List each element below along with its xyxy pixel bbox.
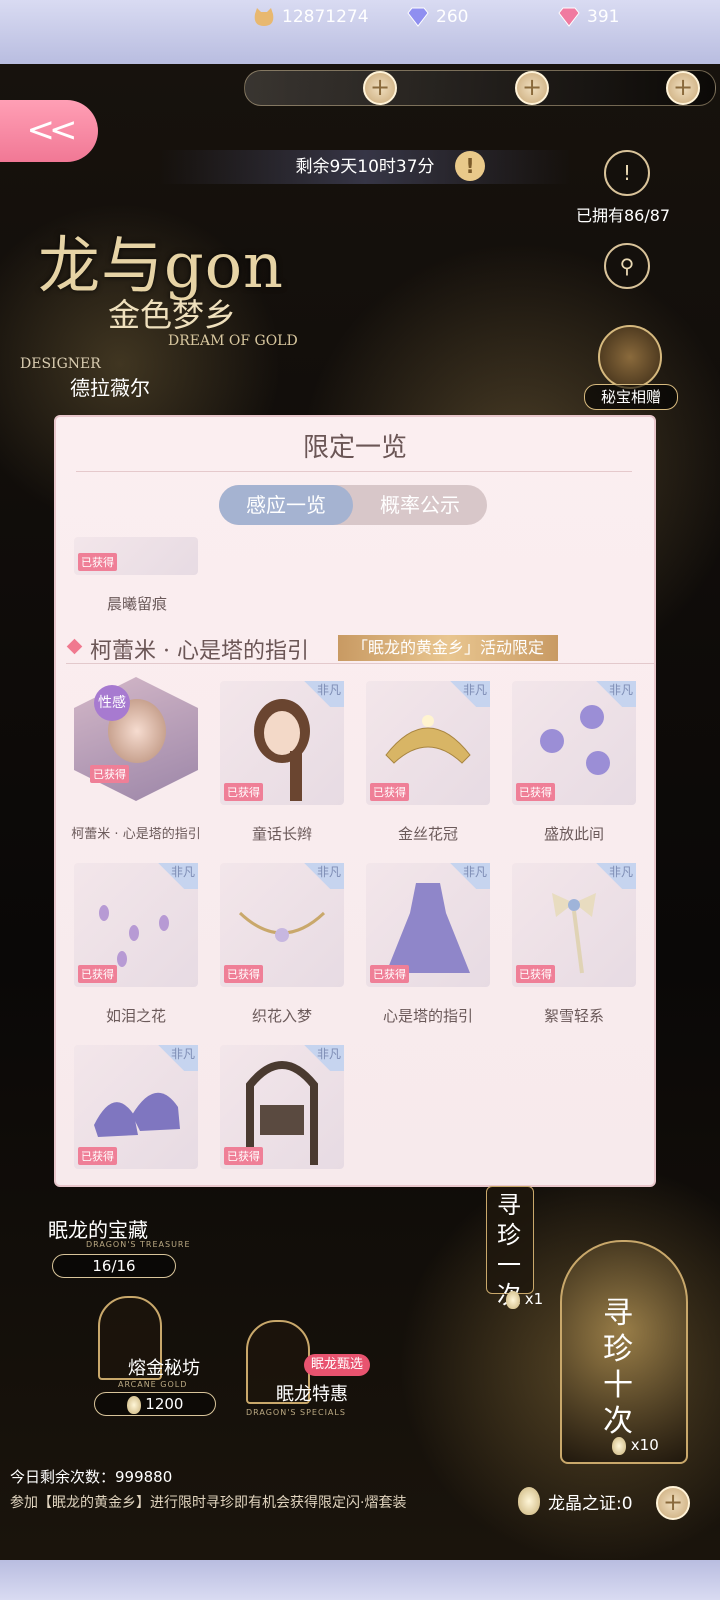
blue-diamond-value: 260	[436, 7, 469, 27]
add-dragon-crystal-button[interactable]: +	[656, 1486, 690, 1520]
notice-icon[interactable]: !	[604, 150, 650, 196]
item-card-crown[interactable]: 非凡 已获得	[366, 681, 490, 805]
egg-icon	[126, 1395, 141, 1414]
item-card-necklace[interactable]: 非凡 已获得	[220, 863, 344, 987]
pink-diamond-icon	[557, 6, 581, 28]
item-label-flowers: 盛放此间	[543, 825, 604, 843]
event-note: 参加【眠龙的黄金乡】进行限时寻珍即有机会获得限定闪·熠套装	[10, 1495, 407, 1511]
event-logo: 龙与gon 金色梦乡 DREAM OF GOLD	[38, 229, 298, 349]
remaining-attempts: 今日剩余次数：999880	[10, 1468, 173, 1486]
special-shop-subtitle: DRAGON'S SPECIALS	[246, 1408, 346, 1417]
special-shop-label[interactable]: 眠龙特惠	[276, 1380, 348, 1406]
add-pink-diamonds-button[interactable]: +	[666, 71, 700, 105]
event-timer: 剩余9天10时37分	[160, 150, 570, 184]
gold-shop-label[interactable]: 熔金秘坊	[128, 1354, 200, 1380]
coin-value: 12871274	[282, 7, 369, 27]
style-badge: 性感	[94, 685, 130, 721]
cat-coin-icon	[252, 6, 276, 28]
gold-shop-subtitle: ARCANE GOLD	[118, 1380, 188, 1389]
suit-label: 柯蕾米 · 心是塔的指引	[71, 827, 201, 842]
coin-counter: 12871274	[252, 0, 369, 34]
item-card-petals[interactable]: 非凡 已获得	[74, 863, 198, 987]
item-card-arch[interactable]: 非凡 已获得	[220, 1045, 344, 1169]
item-label-crown: 金丝花冠	[397, 825, 458, 843]
limited-items-modal: 限定一览 感应一览 概率公示 已获得 晨曦留痕 柯蕾米 · 心是塔的指引 「眠龙…	[54, 415, 656, 1187]
blue-diamond-icon	[406, 6, 430, 28]
suit-card[interactable]: 性感 已获得	[74, 677, 198, 801]
add-blue-diamonds-button[interactable]: +	[515, 71, 549, 105]
diamond-icon	[66, 638, 83, 655]
dragon-egg-icon	[518, 1487, 540, 1515]
back-button[interactable]: <<	[0, 100, 98, 162]
item-label-petals: 如泪之花	[105, 1007, 166, 1025]
item-label-dress: 心是塔的指引	[382, 1007, 473, 1025]
designer-name: 德拉薇尔	[70, 376, 150, 400]
item-label-necklace: 织花入梦	[251, 1007, 312, 1025]
item-card-dress[interactable]: 非凡 已获得	[366, 863, 490, 987]
modal-tabs: 感应一览 概率公示	[219, 485, 487, 525]
search-icon[interactable]: ⚲	[604, 243, 650, 289]
event-limited-badge: 「眠龙的黄金乡」活动限定	[338, 635, 559, 661]
gift-label[interactable]: 秘宝相赠	[584, 384, 678, 410]
navigation-bar	[0, 1560, 720, 1600]
tab-induction-list[interactable]: 感应一览	[219, 485, 353, 525]
currency-bar	[244, 70, 716, 106]
gold-shop-price: 1200	[94, 1392, 216, 1416]
designer-label: DESIGNER	[20, 356, 101, 372]
item-card-ribbon[interactable]: 非凡 已获得	[512, 863, 636, 987]
item-card-prev[interactable]: 已获得	[74, 537, 198, 575]
treasure-subtitle: DRAGON'S TREASURE	[86, 1240, 191, 1249]
egg-icon	[506, 1290, 520, 1309]
treasure-title[interactable]: 眠龙的宝藏	[48, 1214, 148, 1243]
pink-diamond-value: 391	[587, 7, 620, 27]
title-divider	[76, 471, 632, 472]
item-label-prev: 晨曦留痕	[106, 595, 167, 613]
owned-count: 已拥有86/87	[576, 206, 671, 225]
promo-badge: 眠龙甄选	[304, 1354, 370, 1376]
add-coins-button[interactable]: +	[363, 71, 397, 105]
treasure-progress: 16/16	[52, 1254, 176, 1278]
item-card-shoes[interactable]: 非凡 已获得	[74, 1045, 198, 1169]
section-title: 柯蕾米 · 心是塔的指引	[90, 639, 309, 664]
item-card-braid[interactable]: 非凡 已获得	[220, 681, 344, 805]
modal-title: 限定一览	[302, 433, 407, 463]
info-icon[interactable]: !	[455, 151, 485, 181]
gift-icon[interactable]	[598, 325, 662, 389]
draw-ten-label[interactable]: 寻珍十次	[600, 1296, 636, 1440]
item-label-ribbon: 絮雪轻系	[543, 1007, 604, 1025]
dragon-crystal-counter: 龙晶之证:0	[518, 1484, 633, 1518]
draw-once-cost: x1	[506, 1290, 543, 1309]
pink-diamond-counter: 391	[557, 0, 619, 34]
item-label-braid: 童话长辫	[251, 825, 312, 843]
blue-diamond-counter: 260	[406, 0, 468, 34]
tab-probability[interactable]: 概率公示	[353, 485, 487, 525]
section-header: 柯蕾米 · 心是塔的指引 「眠龙的黄金乡」活动限定	[66, 633, 654, 664]
egg-icon	[612, 1436, 626, 1455]
item-card-flowers[interactable]: 非凡 已获得	[512, 681, 636, 805]
section-divider	[66, 663, 654, 664]
draw-ten-cost: x10	[612, 1436, 659, 1455]
